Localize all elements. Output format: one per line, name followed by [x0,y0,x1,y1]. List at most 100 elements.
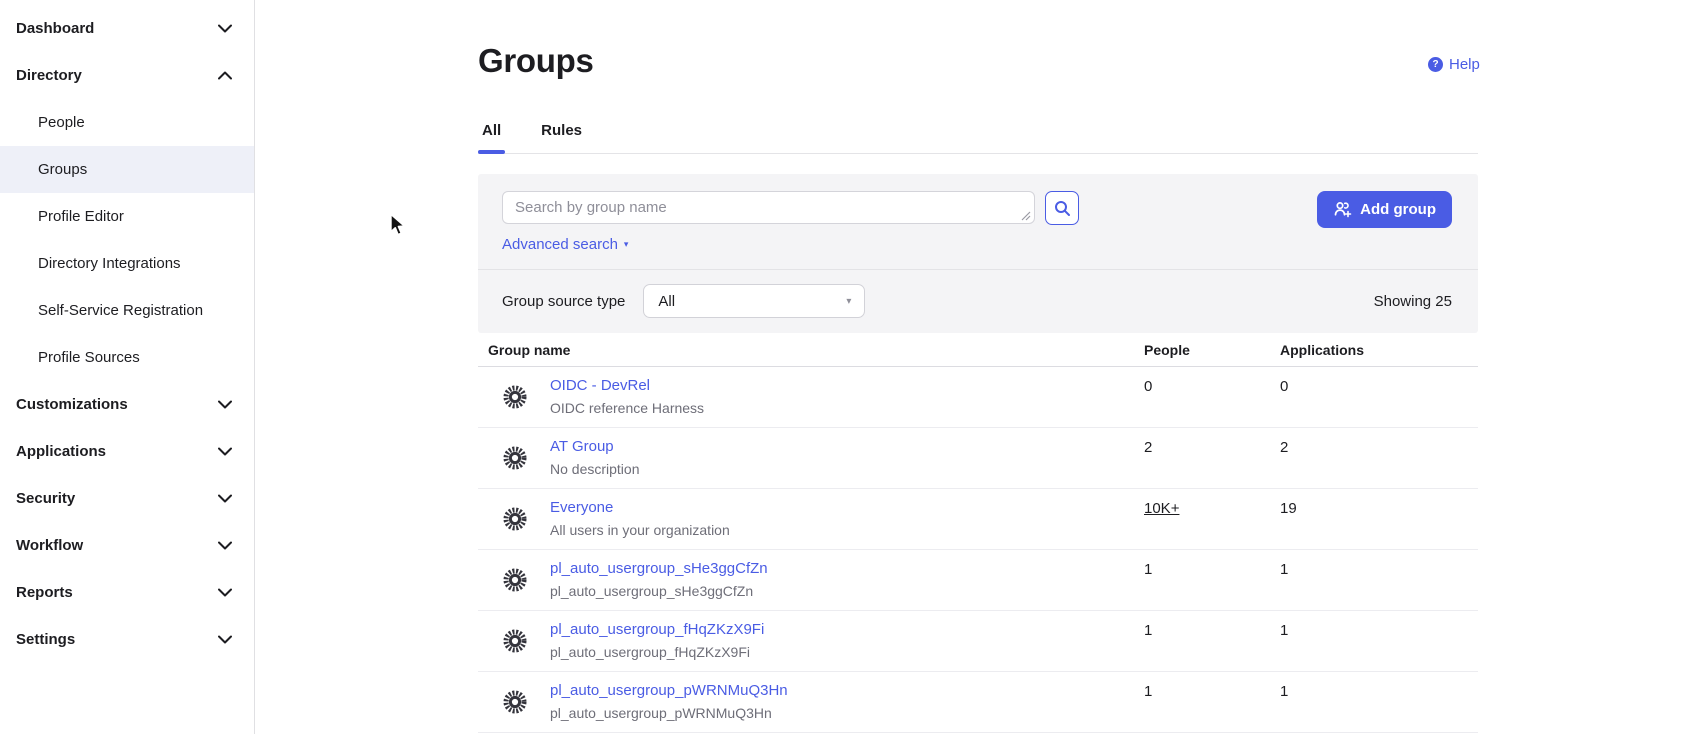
sidebar-item-label: Self-Service Registration [38,302,203,319]
sidebar-item-profile-sources[interactable]: Profile Sources [0,334,254,381]
sidebar-item-label: Profile Sources [38,349,140,366]
people-count: 1 [1144,683,1152,700]
search-button[interactable] [1045,191,1079,225]
sidebar-item-settings[interactable]: Settings [0,616,254,663]
table-row: pl_auto_usergroup_sHe3ggCfZn pl_auto_use… [478,550,1478,611]
column-header-people: People [1144,342,1190,358]
sidebar-item-directory[interactable]: Directory [0,52,254,99]
people-count-link[interactable]: 10K+ [1144,500,1179,517]
sidebar-item-label: Settings [16,631,75,648]
group-source-type-label: Group source type [502,293,625,310]
group-name-link[interactable]: pl_auto_usergroup_fHqZKzX9Fi [550,621,764,638]
sidebar: Dashboard Directory People Groups Profil… [0,0,255,734]
sidebar-item-workflow[interactable]: Workflow [0,522,254,569]
showing-count: Showing 25 [1374,293,1452,310]
chevron-down-icon [218,635,232,644]
sidebar-item-label: Groups [38,161,87,178]
tab-rules[interactable]: Rules [537,116,586,153]
chevron-down-icon [218,447,232,456]
caret-down-icon: ▾ [624,239,629,250]
sidebar-item-label: Profile Editor [38,208,124,225]
search-icon [1054,200,1071,217]
group-name-link[interactable]: Everyone [550,499,613,516]
help-label: Help [1449,56,1480,73]
help-icon: ? [1428,57,1443,72]
sidebar-item-directory-integrations[interactable]: Directory Integrations [0,240,254,287]
table-header: Group name People Applications [478,333,1478,367]
chevron-down-icon [218,588,232,597]
sidebar-item-label: Reports [16,584,73,601]
applications-count: 2 [1280,439,1288,456]
group-description: pl_auto_usergroup_pWRNMuQ3Hn [550,705,772,721]
sidebar-item-applications[interactable]: Applications [0,428,254,475]
people-count: 0 [1144,378,1152,395]
help-link[interactable]: ? Help [1428,56,1480,73]
chevron-down-icon [218,494,232,503]
group-source-type-select[interactable]: All ▾ [643,284,865,318]
group-name-link[interactable]: OIDC - DevRel [550,377,650,394]
group-icon [502,689,528,715]
sidebar-item-label: Dashboard [16,20,94,37]
sidebar-item-dashboard[interactable]: Dashboard [0,5,254,52]
select-value: All [658,293,675,310]
group-description: All users in your organization [550,522,730,538]
sidebar-item-customizations[interactable]: Customizations [0,381,254,428]
table-row: pl_auto_usergroup_fHqZKzX9Fi pl_auto_use… [478,611,1478,672]
sidebar-item-label: Directory [16,67,82,84]
group-name-link[interactable]: pl_auto_usergroup_pWRNMuQ3Hn [550,682,788,699]
sidebar-item-label: Security [16,490,75,507]
chevron-down-icon [218,541,232,550]
sidebar-item-label: People [38,114,85,131]
people-count: 2 [1144,439,1152,456]
group-description: OIDC reference Harness [550,400,704,416]
sidebar-item-security[interactable]: Security [0,475,254,522]
column-header-group-name: Group name [488,342,570,358]
chevron-up-icon [218,71,232,80]
table-row: AT Group No description 2 2 [478,428,1478,489]
chevron-down-icon [218,400,232,409]
group-description: pl_auto_usergroup_fHqZKzX9Fi [550,644,750,660]
group-description: No description [550,461,640,477]
mouse-cursor [389,213,408,239]
sidebar-item-label: Customizations [16,396,128,413]
sidebar-item-groups[interactable]: Groups [0,146,254,193]
applications-count: 1 [1280,683,1288,700]
tab-bar: All Rules [478,116,1478,154]
add-group-label: Add group [1360,201,1436,218]
sidebar-item-label: Directory Integrations [38,255,181,272]
add-group-icon [1333,201,1352,218]
sidebar-item-label: Applications [16,443,106,460]
search-panel: Add group Advanced search ▾ Group source… [478,174,1478,333]
advanced-search-label: Advanced search [502,236,618,253]
group-description: pl_auto_usergroup_sHe3ggCfZn [550,583,753,599]
group-icon [502,384,528,410]
advanced-search-link[interactable]: Advanced search ▾ [502,236,628,253]
group-icon [502,567,528,593]
group-icon [502,445,528,471]
group-icon [502,628,528,654]
sidebar-item-people[interactable]: People [0,99,254,146]
search-input[interactable] [502,191,1035,224]
column-header-applications: Applications [1280,342,1364,358]
chevron-down-icon [218,24,232,33]
filter-row: Group source type All ▾ Showing 25 [478,269,1478,333]
caret-down-icon: ▾ [846,296,851,307]
group-name-link[interactable]: pl_auto_usergroup_sHe3ggCfZn [550,560,768,577]
groups-table: Group name People Applications OIDC - De… [478,333,1478,733]
group-icon [502,506,528,532]
sidebar-item-label: Workflow [16,537,83,554]
applications-count: 1 [1280,561,1288,578]
people-count: 1 [1144,622,1152,639]
people-count: 1 [1144,561,1152,578]
table-row: pl_auto_usergroup_pWRNMuQ3Hn pl_auto_use… [478,672,1478,733]
sidebar-item-reports[interactable]: Reports [0,569,254,616]
applications-count: 1 [1280,622,1288,639]
sidebar-item-self-service-registration[interactable]: Self-Service Registration [0,287,254,334]
table-row: OIDC - DevRel OIDC reference Harness 0 0 [478,367,1478,428]
applications-count: 0 [1280,378,1288,395]
sidebar-item-profile-editor[interactable]: Profile Editor [0,193,254,240]
tab-all[interactable]: All [478,116,505,153]
group-name-link[interactable]: AT Group [550,438,614,455]
applications-count: 19 [1280,500,1297,517]
add-group-button[interactable]: Add group [1317,191,1452,228]
